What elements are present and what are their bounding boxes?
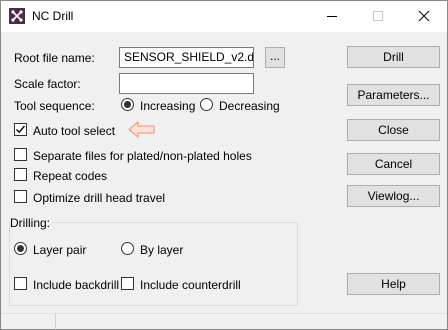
close-button[interactable]: Close (347, 119, 440, 141)
layer-pair-radio[interactable] (14, 242, 27, 255)
nc-drill-app-icon (9, 8, 25, 24)
optimize-travel-label[interactable]: Optimize drill head travel (33, 191, 165, 205)
include-counterdrill-label[interactable]: Include counterdrill (140, 278, 241, 292)
include-backdrill-label[interactable]: Include backdrill (33, 278, 119, 292)
radio-selected-dot (17, 245, 24, 252)
by-layer-label[interactable]: By layer (140, 243, 183, 257)
optimize-travel-checkbox[interactable] (14, 190, 27, 203)
title-bar: NC Drill (1, 1, 447, 32)
drilling-group (9, 222, 298, 306)
parameters-button[interactable]: Parameters... (347, 84, 440, 106)
increasing-label[interactable]: Increasing (140, 99, 195, 113)
scale-factor-label: Scale factor: (14, 77, 81, 91)
maximize-button[interactable] (355, 1, 401, 31)
by-layer-radio[interactable] (121, 242, 134, 255)
drill-button[interactable]: Drill (347, 46, 440, 68)
repeat-codes-label[interactable]: Repeat codes (33, 169, 107, 183)
separate-files-label[interactable]: Separate files for plated/non-plated hol… (33, 149, 252, 163)
radio-selected-dot (124, 101, 131, 108)
include-counterdrill-checkbox[interactable] (121, 277, 134, 290)
minimize-icon (327, 16, 337, 17)
window-title: NC Drill (32, 9, 74, 23)
pointer-arrow-icon (128, 121, 155, 138)
browse-button[interactable]: ... (265, 47, 285, 68)
maximize-icon (373, 11, 383, 21)
auto-tool-select-checkbox[interactable] (14, 123, 27, 136)
root-file-input[interactable]: SENSOR_SHIELD_v2.drl (119, 47, 254, 68)
checkmark-icon (16, 125, 26, 134)
close-icon (418, 10, 430, 22)
separate-files-checkbox[interactable] (14, 148, 27, 161)
status-bar-separator (55, 314, 56, 330)
decreasing-radio[interactable] (200, 98, 213, 111)
status-bar-divider (1, 313, 447, 314)
cancel-button[interactable]: Cancel (347, 153, 440, 175)
drilling-group-label: Drilling: (10, 216, 53, 230)
nc-drill-dialog: NC Drill Root file name: SENSOR_SHIELD_v… (0, 0, 448, 330)
increasing-radio[interactable] (121, 98, 134, 111)
include-backdrill-checkbox[interactable] (14, 277, 27, 290)
help-button[interactable]: Help (347, 273, 440, 295)
minimize-button[interactable] (309, 1, 355, 31)
auto-tool-select-label[interactable]: Auto tool select (33, 124, 115, 138)
layer-pair-label[interactable]: Layer pair (33, 243, 86, 257)
tool-sequence-label: Tool sequence: (14, 99, 95, 113)
repeat-codes-checkbox[interactable] (14, 168, 27, 181)
scale-factor-input[interactable] (119, 73, 254, 94)
close-window-button[interactable] (401, 1, 447, 31)
viewlog-button[interactable]: Viewlog... (347, 185, 440, 207)
decreasing-label[interactable]: Decreasing (219, 99, 280, 113)
root-file-label: Root file name: (14, 51, 95, 65)
